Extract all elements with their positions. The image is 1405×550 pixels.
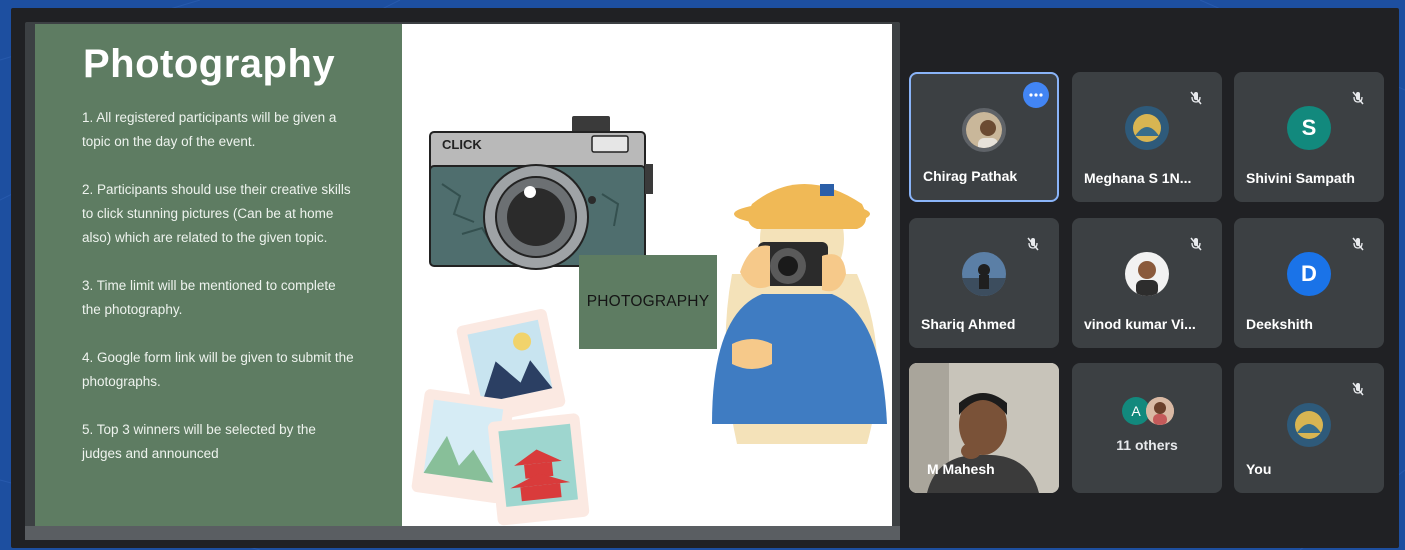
participant-tile-deekshith[interactable]: D Deekshith bbox=[1234, 218, 1384, 348]
mic-off-icon bbox=[1346, 377, 1370, 401]
camera-label: CLICK bbox=[442, 137, 482, 152]
avatar bbox=[1125, 106, 1169, 150]
mic-off-icon bbox=[1346, 86, 1370, 110]
rule-item: 5. Top 3 winners will be selected by the… bbox=[82, 422, 316, 461]
presentation-area: Photography 1. All registered participan… bbox=[25, 22, 900, 540]
photography-label-box: PHOTOGRAPHY bbox=[579, 255, 717, 349]
participant-tile-chirag-pathak[interactable]: Chirag Pathak bbox=[909, 72, 1059, 202]
others-avatars: A bbox=[1122, 397, 1178, 427]
avatar bbox=[962, 252, 1006, 296]
slide-text-panel: Photography 1. All registered participan… bbox=[35, 24, 402, 526]
participant-name: Shariq Ahmed bbox=[921, 316, 1016, 332]
photos-icon bbox=[411, 308, 590, 526]
participant-name: Deekshith bbox=[1246, 316, 1313, 332]
rule-item: 1. All registered participants will be g… bbox=[82, 110, 337, 149]
participant-name: Shivini Sampath bbox=[1246, 170, 1355, 186]
presentation-slide: Photography 1. All registered participan… bbox=[35, 24, 892, 526]
avatar bbox=[1146, 397, 1174, 425]
photographer-illustration bbox=[712, 184, 887, 444]
rule-item: 2. Participants should use their creativ… bbox=[82, 182, 351, 245]
participant-name: You bbox=[1246, 461, 1272, 477]
participant-name: vinod kumar Vi... bbox=[1084, 316, 1196, 332]
participant-tile-meghana[interactable]: Meghana S 1N... bbox=[1072, 72, 1222, 202]
rule-item: 4. Google form link will be given to sub… bbox=[82, 350, 354, 389]
participant-tile-vinod-kumar[interactable]: vinod kumar Vi... bbox=[1072, 218, 1222, 348]
presentation-bottom-bar bbox=[25, 526, 900, 540]
photography-label: PHOTOGRAPHY bbox=[586, 293, 710, 310]
rule-item: 3. Time limit will be mentioned to compl… bbox=[82, 278, 336, 317]
participant-tile-shariq-ahmed[interactable]: Shariq Ahmed bbox=[909, 218, 1059, 348]
others-count: 11 others bbox=[1116, 437, 1178, 453]
slide-title: Photography bbox=[83, 42, 336, 86]
participant-tile-you[interactable]: You bbox=[1234, 363, 1384, 493]
participant-tile-others[interactable]: A 11 others bbox=[1072, 363, 1222, 493]
avatar bbox=[1287, 403, 1331, 447]
mic-off-icon bbox=[1184, 86, 1208, 110]
participant-name: M Mahesh bbox=[927, 461, 995, 477]
avatar: S bbox=[1287, 106, 1331, 150]
participant-tile-m-mahesh[interactable]: M Mahesh bbox=[909, 363, 1059, 493]
participant-tile-shivini-sampath[interactable]: S Shivini Sampath bbox=[1234, 72, 1384, 202]
participant-name: Meghana S 1N... bbox=[1084, 170, 1192, 186]
mic-off-icon bbox=[1021, 232, 1045, 256]
rules-list: 1. All registered participants will be g… bbox=[82, 106, 357, 490]
avatar bbox=[1125, 252, 1169, 296]
more-options-icon[interactable] bbox=[1023, 82, 1049, 108]
avatar bbox=[962, 108, 1006, 152]
avatar: D bbox=[1287, 252, 1331, 296]
meeting-window: Photography 1. All registered participan… bbox=[11, 8, 1399, 548]
mic-off-icon bbox=[1184, 232, 1208, 256]
slide-illustration: CLICK PHOTOGRAPHY bbox=[402, 24, 892, 526]
mic-off-icon bbox=[1346, 232, 1370, 256]
participant-name: Chirag Pathak bbox=[923, 168, 1018, 184]
